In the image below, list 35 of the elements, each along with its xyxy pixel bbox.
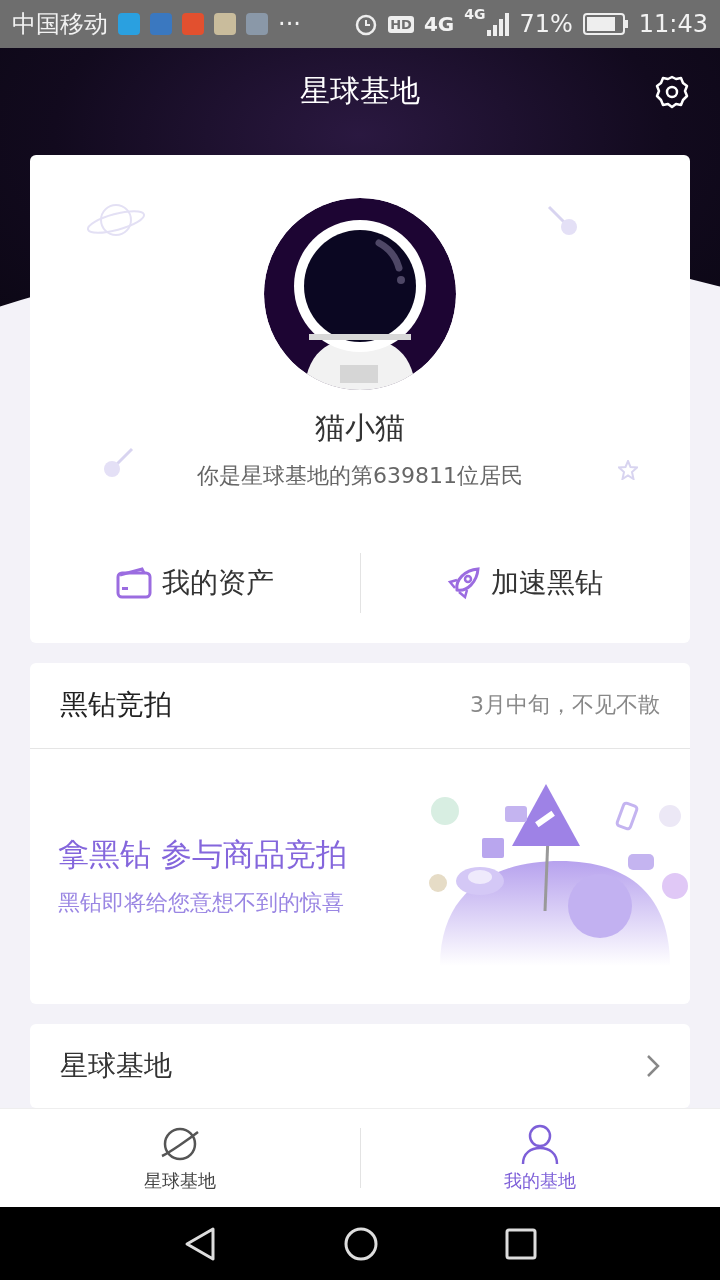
banner-headline: 拿黑钻 参与商品竞拍 — [58, 835, 348, 875]
chevron-right-icon — [646, 1053, 660, 1078]
bottom-tab[interactable]: 我的基地 — [360, 1115, 720, 1201]
date-note: 3月中旬，不见不散 — [470, 691, 660, 720]
battery-percent: 71% — [519, 10, 573, 38]
app-icon — [214, 13, 236, 35]
bottom-tab[interactable]: 星球基地 — [0, 1115, 360, 1201]
profile-action-button[interactable]: 我的资产 — [30, 556, 360, 611]
app-icon — [150, 13, 172, 35]
rocket-icon — [447, 566, 482, 601]
carrier-name: 中国移动 — [12, 9, 108, 40]
user-name: 猫小猫 — [315, 409, 405, 448]
more-indicator: ··· — [278, 10, 301, 38]
gallery-icon — [246, 13, 268, 35]
home-icon[interactable] — [343, 1225, 379, 1262]
app-icon — [182, 13, 204, 35]
signal-icon — [487, 12, 510, 36]
recents-icon[interactable] — [505, 1227, 537, 1260]
clock-time: 11:43 — [638, 10, 708, 38]
page-title: 星球基地 — [300, 72, 420, 110]
back-icon[interactable] — [183, 1225, 217, 1262]
signal-label: 4G — [464, 6, 486, 22]
section-title: 黑钻竞拍 — [60, 687, 172, 724]
settings-icon[interactable] — [654, 74, 690, 110]
star-icon — [618, 460, 638, 481]
hd-label: HD — [388, 15, 414, 33]
banner-tagline: 黑钻即将给您意想不到的惊喜 — [58, 889, 345, 918]
app-icon — [118, 13, 140, 35]
planet-base-row[interactable]: 星球基地 — [30, 1023, 690, 1108]
network-label: 4G — [423, 12, 455, 36]
alarm-icon — [354, 12, 379, 36]
profile-action-button[interactable]: 加速黑钻 — [360, 556, 690, 611]
battery-icon — [582, 12, 629, 36]
resident-number-text: 你是星球基地的第639811位居民 — [197, 462, 523, 491]
wallet-icon — [115, 567, 152, 600]
